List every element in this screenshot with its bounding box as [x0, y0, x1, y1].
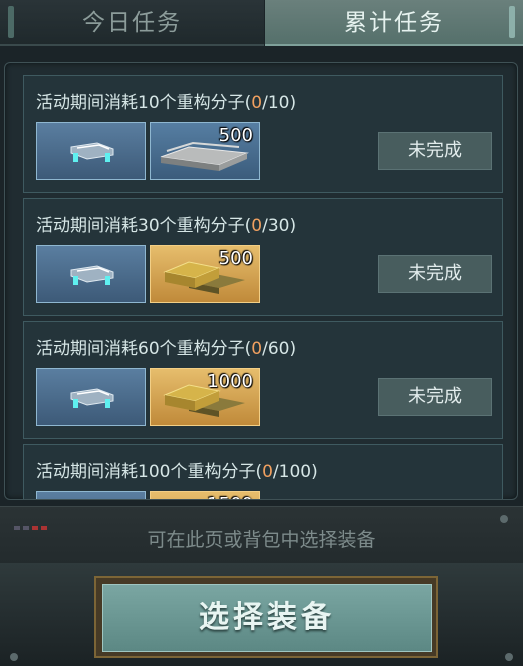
task-progress-current: 0	[251, 339, 263, 359]
task-status-button[interactable]: 未完成	[378, 255, 492, 293]
task-description: 活动期间消耗10个重构分子(	[36, 93, 252, 113]
task-row: 活动期间消耗60个重构分子(0/60) 1000 未完成	[23, 321, 503, 439]
tab-today-label: 今日任务	[82, 10, 182, 36]
rivet	[500, 515, 508, 523]
task-description: 活动期间消耗100个重构分子(	[36, 462, 263, 482]
reward-quantity: 500	[218, 248, 253, 269]
task-progress-total: /10)	[262, 93, 297, 113]
reward-quantity: 1000	[207, 371, 253, 392]
task-title: 活动期间消耗60个重构分子(0/60)	[36, 334, 296, 359]
task-status-button[interactable]: 未完成	[378, 378, 492, 416]
molecule-part-icon	[70, 388, 114, 408]
required-item-slot[interactable]	[36, 245, 146, 303]
tab-cumulative-label: 累计任务	[344, 10, 444, 36]
hint-text: 可在此页或背包中选择装备	[147, 529, 376, 551]
tab-edge-right	[509, 6, 515, 38]
rivet	[10, 653, 18, 661]
task-description: 活动期间消耗60个重构分子(	[36, 339, 252, 359]
reward-item-slot[interactable]: 500	[150, 245, 260, 303]
reward-item-slot[interactable]: 500	[150, 122, 260, 180]
tab-today-tasks[interactable]: 今日任务	[0, 0, 264, 46]
select-equipment-button[interactable]: 选择装备	[102, 584, 432, 652]
task-progress-current: 0	[262, 462, 273, 482]
task-title: 活动期间消耗100个重构分子(0/100)	[36, 457, 318, 482]
task-progress-total: /30)	[262, 216, 297, 236]
molecule-part-icon	[70, 142, 114, 162]
rivet	[505, 653, 513, 661]
hint-bar: 可在此页或背包中选择装备	[0, 506, 523, 564]
required-item-slot[interactable]	[36, 122, 146, 180]
reward-quantity: 500	[218, 125, 253, 146]
task-progress-current: 0	[251, 216, 263, 236]
task-row: 活动期间消耗10个重构分子(0/10) 500 未完成	[23, 75, 503, 193]
molecule-part-icon	[70, 265, 114, 285]
required-item-slot[interactable]	[36, 491, 146, 499]
task-row: 活动期间消耗30个重构分子(0/30) 500 未完成	[23, 198, 503, 316]
task-description: 活动期间消耗30个重构分子(	[36, 216, 252, 236]
tab-cumulative-tasks[interactable]: 累计任务	[265, 0, 523, 46]
select-equipment-frame: 选择装备	[94, 576, 438, 658]
reward-quantity: 1500	[207, 494, 253, 499]
task-row: 活动期间消耗100个重构分子(0/100)1500未完成	[23, 444, 503, 499]
task-list: 活动期间消耗10个重构分子(0/10) 500 未完成 活动期间消耗30个重构分子(0…	[23, 75, 503, 499]
task-title: 活动期间消耗10个重构分子(0/10)	[36, 88, 296, 113]
task-panel[interactable]: 活动期间消耗10个重构分子(0/10) 500 未完成 活动期间消耗30个重构分子(0…	[4, 62, 518, 500]
bottom-bar: 选择装备	[0, 563, 523, 666]
required-item-slot[interactable]	[36, 368, 146, 426]
task-progress-total: /60)	[262, 339, 297, 359]
task-progress-current: 0	[251, 93, 263, 113]
task-tabs: 今日任务 累计任务	[0, 0, 523, 46]
tab-edge-left	[8, 6, 14, 38]
reward-item-slot[interactable]: 1500	[150, 491, 260, 499]
reward-item-slot[interactable]: 1000	[150, 368, 260, 426]
task-progress-total: /100)	[272, 462, 318, 482]
task-title: 活动期间消耗30个重构分子(0/30)	[36, 211, 296, 236]
task-status-button[interactable]: 未完成	[378, 132, 492, 170]
